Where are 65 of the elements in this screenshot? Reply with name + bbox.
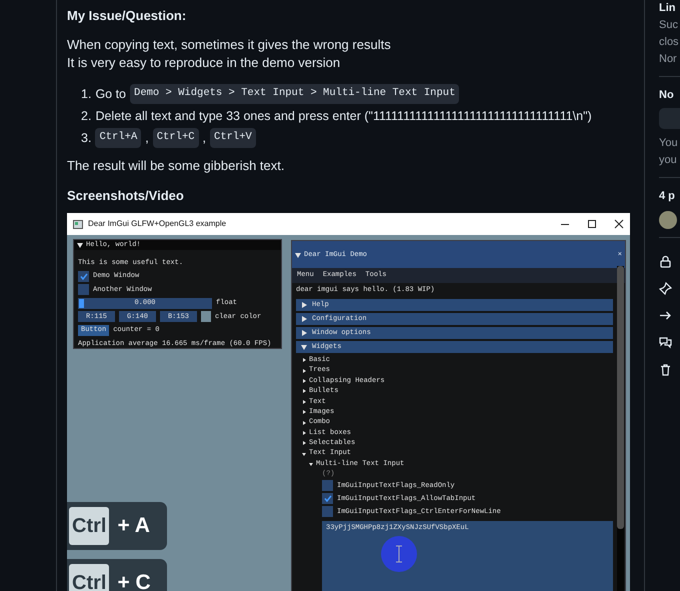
checkbox[interactable] [78,270,89,282]
window-title: Dear ImGui GLFW+OpenGL3 example [88,218,226,230]
list-number: 1. [81,86,92,103]
code-snippet: Demo > Widgets > Text Input > Multi-line Text Input [130,84,460,104]
close-icon[interactable] [614,219,624,229]
checkmark-icon [324,495,332,502]
slider-thumb[interactable] [79,298,84,308]
section-heading: My Issue/Question: [67,7,188,25]
sidebar-text: No [659,88,675,103]
triangle-right-icon[interactable] [302,400,306,404]
triangle-right-icon[interactable] [301,302,307,308]
checkbox[interactable] [322,506,333,518]
section-heading: Screenshots/Video [67,187,185,205]
paragraph: The result will be some gibberish text. [67,157,286,175]
comments-icon [659,336,672,349]
paragraph-line: When copying text, sometimes it gives the wrong results [67,36,392,54]
key-combo: + C [117,570,151,591]
checkbox[interactable] [322,493,333,504]
code-snippet: Ctrl+A [95,128,142,148]
key-label: Ctrl [69,507,110,545]
list-number: 2. [81,108,92,125]
triangle-right-icon[interactable] [302,420,306,425]
triangle-right-icon[interactable] [301,330,307,336]
arrow-right-icon [659,309,672,322]
checkbox[interactable] [322,480,333,492]
key-combo: + A [117,513,150,540]
paragraph-line: It is very easy to reproduce in the demo version [67,54,342,72]
lock-icon [659,255,672,268]
code-snippet: Ctrl+V [210,128,256,148]
scrollbar[interactable] [617,266,624,591]
text-cursor-icon [380,535,418,574]
sidebar-text: Lin [659,1,676,16]
triangle-down-icon[interactable] [302,452,306,456]
step-text: , [145,130,149,147]
triangle-down-icon[interactable] [309,462,313,466]
list-number: 3. [81,130,92,147]
triangle-right-icon[interactable] [302,410,306,414]
sidebar-text: Suc [659,18,679,33]
triangle-right-icon[interactable] [302,389,306,394]
key-label: Ctrl [69,564,110,591]
step-text: , [202,130,206,147]
triangle-down-icon[interactable] [295,252,301,258]
code-snippet: Ctrl+C [152,128,199,148]
trash-icon [659,363,672,376]
maximize-icon[interactable] [587,219,597,229]
checkbox[interactable] [78,284,89,296]
triangle-right-icon[interactable] [301,316,307,322]
sidebar-text: You [659,136,679,151]
checkmark-icon [80,272,88,280]
triangle-right-icon[interactable] [302,430,306,435]
sidebar-text: clos [659,35,680,50]
triangle-right-icon[interactable] [302,441,306,446]
color-swatch[interactable] [201,311,211,322]
app-icon [73,220,83,228]
step-text: Go to [95,86,126,103]
triangle-right-icon[interactable] [302,378,306,383]
triangle-down-icon[interactable] [301,344,307,350]
pin-icon [659,282,672,295]
sidebar-text: 4 p [659,189,676,204]
triangle-down-icon[interactable] [77,242,83,248]
step-text: Delete all text and type 33 ones and press enter ("111111111111111111111111111111111\n") [95,108,592,125]
sidebar-text: Nor [659,52,678,67]
triangle-right-icon[interactable] [302,358,306,362]
sidebar-text: you [659,153,678,168]
triangle-right-icon[interactable] [302,368,306,373]
